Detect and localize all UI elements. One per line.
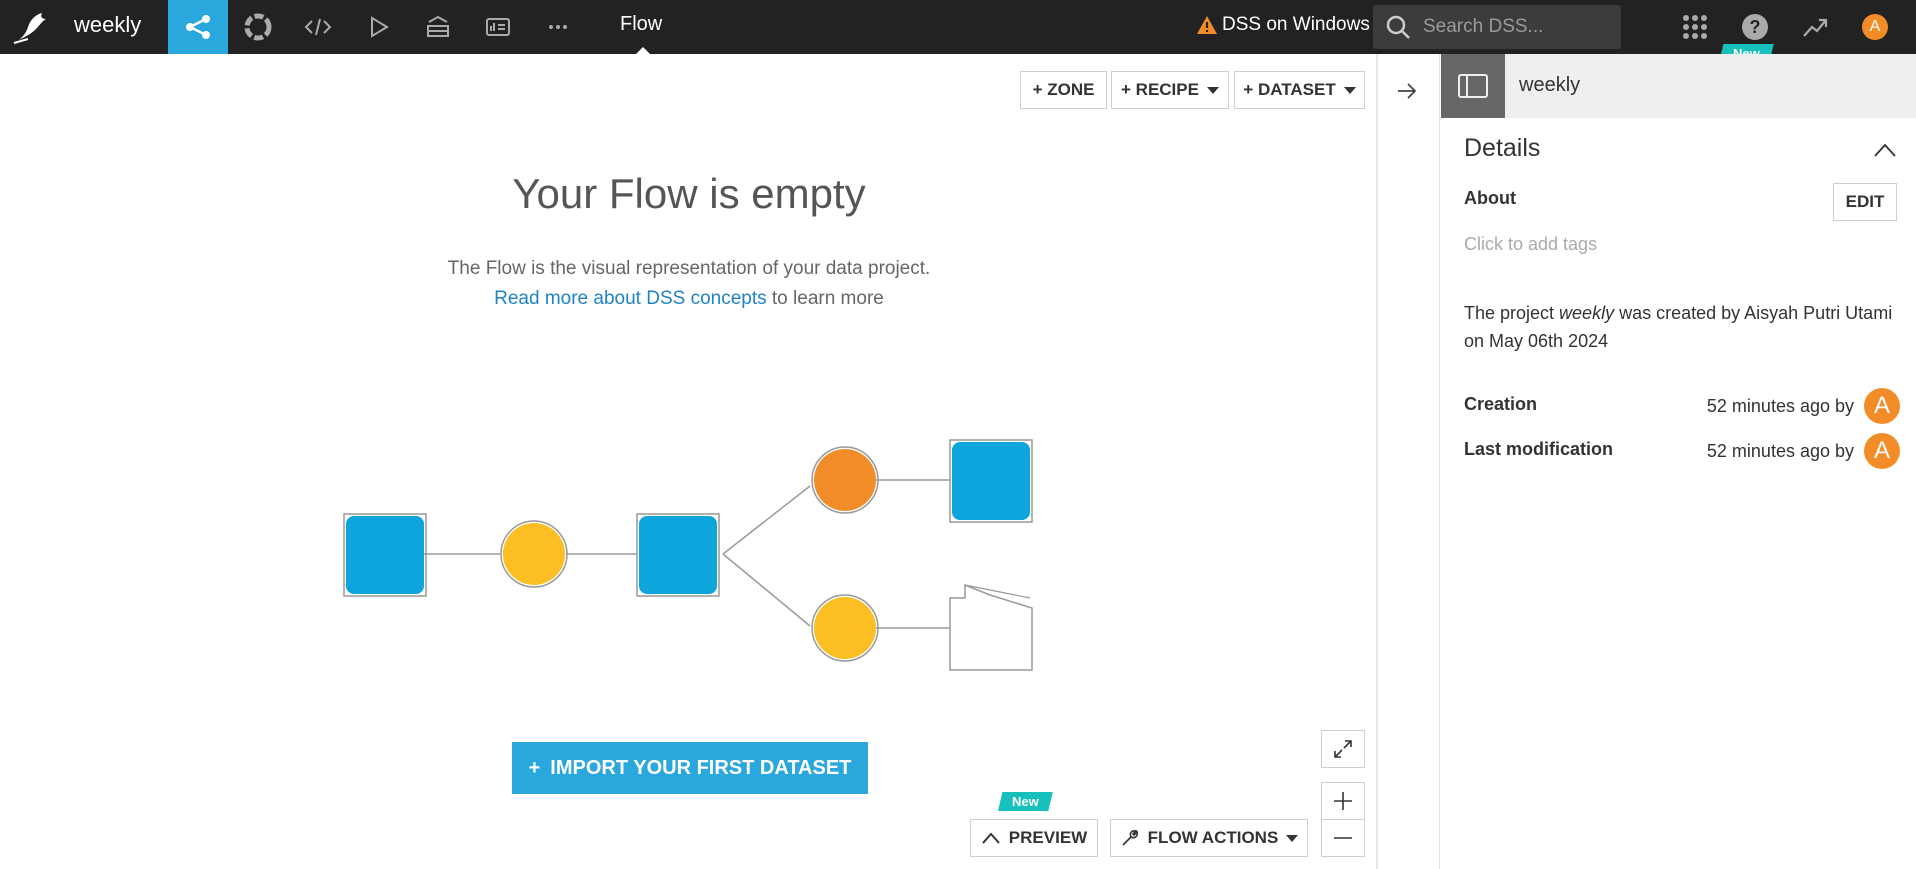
creation-value: 52 minutes ago by [1706,396,1854,416]
search-input[interactable] [1423,16,1603,38]
about-label: About [1464,188,1516,208]
folder-icon [949,583,1033,671]
help-button[interactable]: ? [1736,8,1774,46]
lab-icon [244,13,272,41]
preview-label: PREVIEW [1008,828,1088,847]
dataset-square-icon [952,442,1030,520]
created-project-name: weekly [1559,303,1615,323]
dataset-square-icon [639,516,717,594]
project-creation-info: The project weekly was created by Aisyah… [1464,299,1904,355]
user-avatar: A [1862,14,1888,40]
datasets-nav-button[interactable] [408,0,468,54]
chevron-down-icon [1343,86,1356,94]
empty-flow-text: The Flow is the visual representation of… [447,258,931,279]
chevron-up-icon [1874,143,1896,157]
panel-header-icon-box [1441,54,1505,118]
edit-button[interactable]: EDIT [1833,183,1897,221]
details-collapse-button[interactable] [1873,142,1897,163]
add-dataset-button[interactable]: + DATASET [1234,71,1365,109]
collapse-panel-button[interactable] [1396,80,1418,107]
preview-button[interactable]: PREVIEW [970,819,1098,857]
creator-avatar[interactable]: A [1864,388,1900,424]
add-recipe-label: + RECIPE [1121,80,1199,99]
empty-flow-description: The Flow is the visual representation of… [0,254,1378,314]
expand-icon [1334,740,1352,758]
add-zone-label: + ZONE [1032,80,1095,99]
plus-icon: + [528,756,541,779]
run-nav-button[interactable] [348,0,408,54]
dashboard-nav-button[interactable] [468,0,528,54]
modification-value: 52 minutes ago by [1706,441,1854,461]
help-icon: ? [1742,14,1768,40]
zoom-in-button[interactable] [1321,782,1365,820]
run-icon [371,16,389,38]
flow-actions-label: FLOW ACTIONS [1147,828,1279,847]
created-prefix: The project [1464,303,1560,323]
add-recipe-button[interactable]: + RECIPE [1111,71,1229,109]
add-tags-link[interactable]: Click to add tags [1464,234,1597,255]
add-zone-button[interactable]: + ZONE [1020,71,1107,109]
code-nav-button[interactable] [288,0,348,54]
svg-text:?: ? [1750,17,1761,37]
datasets-icon [427,15,449,37]
minus-icon [1334,837,1352,839]
creation-label: Creation [1464,394,1538,414]
recipe-circle-icon [503,523,565,585]
panel-header: weekly [1441,54,1916,118]
dataiku-logo-icon[interactable] [12,9,52,45]
recipe-circle-icon [814,597,876,659]
dashboard-icon [486,18,510,36]
flow-illustration [343,439,1033,671]
modification-row: Last modification 52 minutes ago by A [1464,433,1900,469]
flow-icon [186,15,210,39]
recipe-circle-icon [814,449,876,511]
add-dataset-label: + DATASET [1243,80,1336,99]
lab-nav-button[interactable] [228,0,288,54]
instance-name: DSS on Windows [1222,14,1370,35]
more-icon [549,25,567,29]
chevron-down-icon [1206,86,1219,94]
panel-object-name: weekly [1519,74,1581,96]
top-bar: weekly Flow DSS on Windows ? New [0,0,1916,63]
creation-row: Creation 52 minutes ago by A [1464,388,1900,424]
project-icon [1458,74,1488,98]
learn-more-line: Read more about DSS concepts to learn mo… [0,284,1378,314]
arrow-right-icon [1398,83,1417,99]
zoom-out-button[interactable] [1321,819,1365,857]
modifier-avatar[interactable]: A [1864,433,1900,469]
search-box[interactable] [1373,5,1621,49]
trends-button[interactable] [1796,8,1834,46]
dss-concepts-link[interactable]: Read more about DSS concepts [494,288,767,309]
flow-actions-button[interactable]: FLOW ACTIONS [1110,819,1308,857]
grid-icon [1683,15,1707,39]
user-menu-button[interactable]: A [1856,8,1894,46]
project-name[interactable]: weekly [74,12,141,38]
code-icon [304,18,332,36]
details-heading: Details [1464,134,1541,162]
chevron-down-icon [1286,834,1299,842]
more-nav-button[interactable] [528,0,588,54]
wrench-icon [1122,830,1138,846]
import-dataset-button[interactable]: + IMPORT YOUR FIRST DATASET [512,742,868,794]
fullscreen-button[interactable] [1321,730,1365,768]
current-view-caret [636,47,650,54]
modification-label: Last modification [1464,439,1614,459]
empty-flow-title: Your Flow is empty [512,170,866,217]
flow-nav-button[interactable] [168,0,228,54]
import-dataset-label: IMPORT YOUR FIRST DATASET [550,756,852,779]
search-icon [1386,15,1410,39]
plus-icon [1334,792,1352,810]
learn-more-suffix: to learn more [766,288,884,309]
apps-menu-button[interactable] [1676,8,1714,46]
chevron-up-icon [982,832,1000,844]
dataset-square-icon [346,516,424,594]
details-panel: weekly Details About EDIT Click to add t… [1441,54,1916,869]
current-view-label: Flow [620,13,663,35]
preview-new-badge: New [998,792,1053,811]
trend-up-icon [1803,18,1828,37]
instance-warning[interactable]: DSS on Windows [1196,14,1370,36]
right-panel-rail [1380,54,1440,869]
warning-icon [1197,16,1217,34]
